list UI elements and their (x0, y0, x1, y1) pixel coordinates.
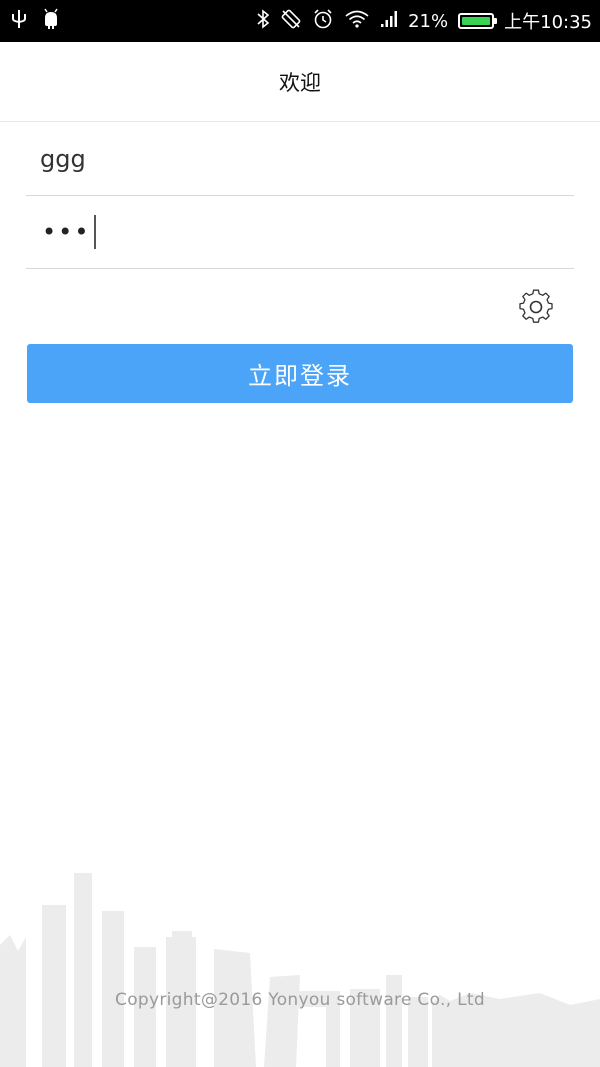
android-debug-icon (42, 8, 60, 34)
wifi-icon (344, 9, 370, 34)
username-input[interactable] (40, 123, 560, 195)
usb-icon (10, 8, 28, 34)
title-bar: 欢迎 (0, 42, 600, 122)
skyline-illustration (0, 873, 600, 1067)
battery-level-fill (462, 17, 491, 25)
password-field-container: ••• (26, 196, 574, 269)
alarm-icon (312, 8, 334, 35)
signal-icon (380, 9, 398, 34)
password-mask: ••• (42, 218, 91, 246)
settings-button[interactable] (516, 287, 556, 327)
status-bar-right: 21% 上午10:35 (256, 6, 592, 36)
gear-icon (519, 289, 553, 323)
bluetooth-icon (256, 8, 270, 34)
text-caret (94, 215, 97, 249)
status-bar: 21% 上午10:35 (0, 0, 600, 42)
page-title: 欢迎 (279, 70, 321, 95)
login-button[interactable]: 立即登录 (27, 344, 573, 403)
username-field-container (26, 123, 574, 196)
copyright-text: Copyright@2016 Yonyou software Co., Ltd (115, 990, 485, 1010)
battery-percent: 21% (408, 10, 449, 32)
password-input[interactable]: ••• (42, 196, 97, 268)
status-bar-left (10, 8, 60, 34)
clock: 上午10:35 (504, 12, 592, 33)
rotation-icon (280, 8, 302, 35)
battery-icon (458, 13, 498, 29)
